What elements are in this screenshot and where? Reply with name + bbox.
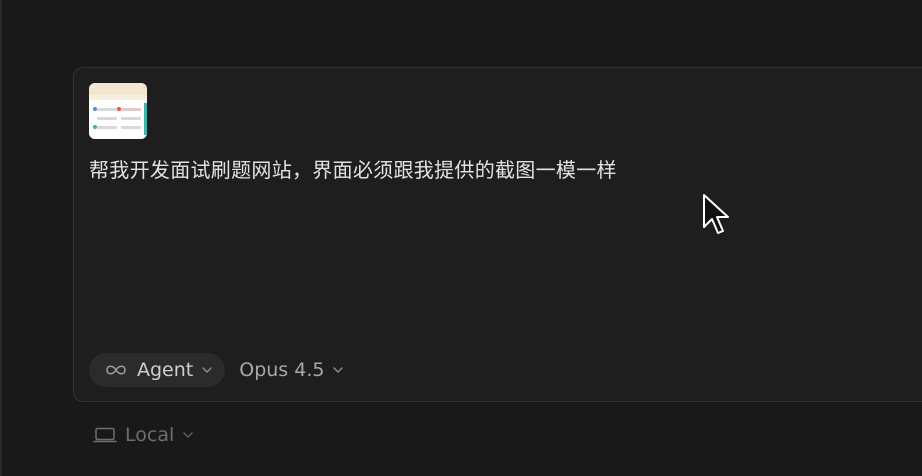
thumbnail-line [97,117,117,120]
prompt-composer[interactable]: 帮我开发面试刷题网站，界面必须跟我提供的截图一模一样 Agent Opus 4.… [73,67,922,402]
mouse-pointer-icon [702,193,730,241]
thumbnail-line [97,126,117,129]
thumbnail-header [89,83,147,95]
mode-label: Agent [137,359,194,381]
prompt-text[interactable]: 帮我开发面试刷题网站，界面必须跟我提供的截图一模一样 [89,154,617,183]
environment-selector[interactable]: Local [93,424,194,446]
chevron-down-icon [332,366,344,374]
mode-selector[interactable]: Agent [89,353,226,387]
thumbnail-accent [144,103,147,135]
chevron-down-icon [182,431,194,439]
environment-label: Local [125,424,175,446]
thumbnail-dot [117,107,121,111]
model-label: Opus 4.5 [239,359,325,381]
model-selector[interactable]: Opus 4.5 [239,359,344,381]
thumbnail-line [97,108,117,111]
thumbnail-line [121,117,141,120]
chevron-down-icon [201,366,213,374]
thumbnail-dot [93,107,97,111]
app-window: 帮我开发面试刷题网站，界面必须跟我提供的截图一模一样 Agent Opus 4.… [0,0,922,476]
infinity-icon [103,363,129,377]
thumbnail-dot [93,125,97,129]
thumbnail-subheader [89,95,147,100]
thumbnail-line [121,108,141,111]
laptop-icon [93,427,117,443]
attached-screenshot-thumbnail[interactable] [89,83,147,139]
window-edge [0,0,2,476]
thumbnail-line [121,126,141,129]
composer-footer: Agent Opus 4.5 [89,353,344,387]
